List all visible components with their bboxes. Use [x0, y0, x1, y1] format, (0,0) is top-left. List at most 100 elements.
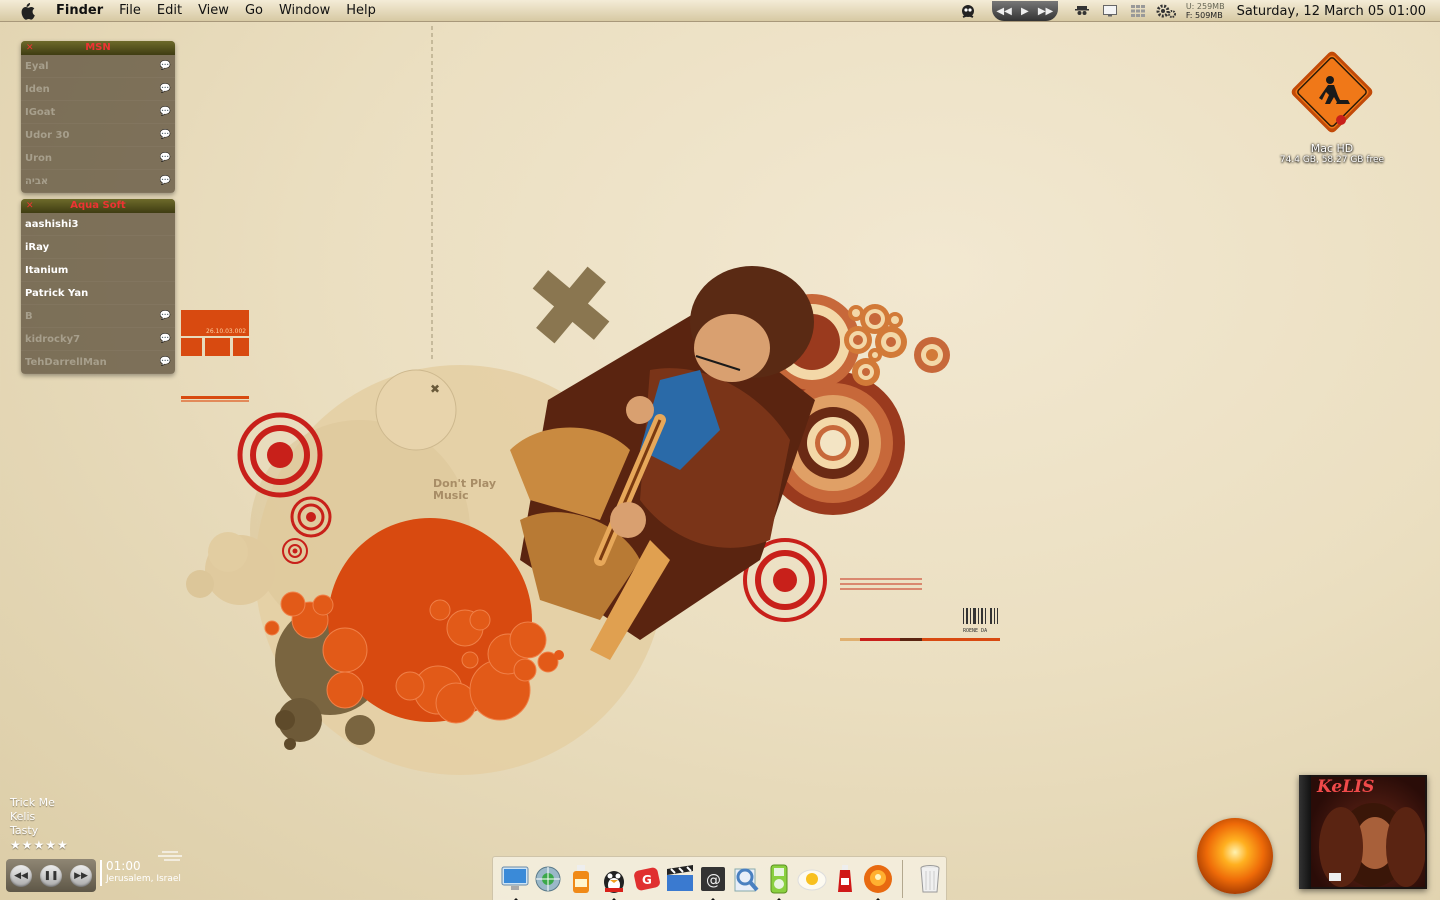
buddy-row[interactable]: aashishi3	[21, 213, 175, 236]
chat-bubble-icon[interactable]: 💬	[160, 176, 171, 186]
buddy-name: Uron	[25, 152, 53, 164]
drive-label: Mac HD	[1310, 142, 1354, 155]
svg-text:G: G	[642, 873, 652, 887]
construction-sign-icon	[1291, 51, 1373, 133]
adium-duck-icon[interactable]	[599, 864, 629, 900]
buddy-row[interactable]: IGoat 💬	[21, 101, 175, 124]
menu-help[interactable]: Help	[338, 0, 384, 22]
finder-icon[interactable]	[501, 864, 531, 900]
buddy-row[interactable]: B 💬	[21, 305, 175, 328]
menu-bar: Finder File Edit View Go Window Help ◀◀ …	[0, 0, 1440, 22]
ketchup-icon[interactable]	[830, 864, 860, 894]
orange-bottle-icon[interactable]	[566, 864, 596, 894]
display-icon[interactable]	[1100, 2, 1120, 20]
pause-icon[interactable]: ❚❚	[40, 864, 62, 887]
album-spine	[1299, 775, 1311, 889]
album-cover-widget[interactable]: KeLIS	[1299, 775, 1427, 889]
wind-icon	[158, 848, 184, 867]
spy-icon[interactable]	[1072, 2, 1092, 20]
dock: G @	[492, 856, 947, 900]
chat-bubble-icon[interactable]: 💬	[160, 153, 171, 163]
orange-orb-widget[interactable]	[1197, 818, 1273, 894]
play-icon[interactable]: ▶	[1021, 6, 1029, 17]
chat-bubble-icon[interactable]: 💬	[160, 334, 171, 344]
buddy-name: אביה	[25, 175, 49, 187]
chat-bubble-icon[interactable]: 💬	[160, 311, 171, 321]
buddy-row[interactable]: Udor 30 💬	[21, 124, 175, 147]
svg-text:@: @	[706, 871, 721, 889]
wallpaper-slogan-line2: Music	[433, 489, 469, 502]
previous-track-icon[interactable]: ◀◀	[996, 6, 1011, 17]
buddy-row[interactable]: Itanium	[21, 259, 175, 282]
wallpaper-barcode-text: ROENE DA	[963, 628, 987, 634]
apple-menu-icon[interactable]	[16, 0, 38, 22]
itunes-player-controls: ◀◀ ❚❚ ▶▶	[6, 859, 96, 892]
menu-file[interactable]: File	[111, 0, 149, 22]
menu-edit[interactable]: Edit	[149, 0, 190, 22]
rewind-icon[interactable]: ◀◀	[10, 864, 32, 887]
itunes-menu-controls[interactable]: ◀◀ ▶ ▶▶	[991, 1, 1058, 21]
ipod-icon[interactable]	[764, 864, 794, 900]
buddy-name: TehDarrellMan	[25, 356, 107, 368]
buddy-row[interactable]: iRay	[21, 236, 175, 259]
buddy-name: Iden	[25, 83, 50, 95]
track-artist: Kelis	[10, 810, 36, 823]
buddy-name: IGoat	[25, 106, 56, 118]
chat-bubble-icon[interactable]: 💬	[160, 107, 171, 117]
buddy-name: B	[25, 310, 33, 322]
adium-status-icon[interactable]	[958, 2, 978, 20]
buddy-row[interactable]: kidrocky7 💬	[21, 328, 175, 351]
wallpaper-artwork: ✖ Don't Play Music 26.10.03.002 ROENE DA	[181, 26, 1000, 775]
buddy-row[interactable]: Uron 💬	[21, 147, 175, 170]
aquasoft-panel-header[interactable]: ✕ Aqua Soft	[21, 199, 175, 213]
track-album: Tasty	[10, 824, 39, 837]
track-rating[interactable]: ★★★★★	[10, 838, 69, 852]
chat-bubble-icon[interactable]: 💬	[160, 84, 171, 94]
close-icon[interactable]: ✕	[26, 41, 34, 55]
now-playing-widget: Trick Me Kelis Tasty ★★★★★	[10, 796, 69, 852]
egg-icon[interactable]	[797, 864, 827, 894]
svg-text:✖: ✖	[430, 382, 440, 396]
menu-app-finder[interactable]: Finder	[48, 0, 111, 22]
memory-used: U: 259MB	[1185, 2, 1225, 11]
buddy-name: Itanium	[25, 264, 69, 276]
preview-icon[interactable]	[731, 864, 761, 894]
chat-bubble-icon[interactable]: 💬	[160, 357, 171, 367]
buddy-row[interactable]: אביה 💬	[21, 170, 175, 193]
menubar-clock[interactable]: Saturday, 12 March 05 01:00	[1237, 4, 1426, 19]
memory-free: F: 509MB	[1185, 11, 1223, 20]
msn-panel-header[interactable]: ✕ MSN	[21, 41, 175, 55]
next-track-icon[interactable]: ▶▶	[1038, 6, 1053, 17]
gears-icon[interactable]	[1156, 2, 1176, 20]
msn-buddy-panel: ✕ MSN Eyal 💬 Iden 💬 IGoat 💬 Udor 30 💬 Uron 💬 …	[21, 41, 175, 193]
album-title: KeLIS	[1317, 777, 1375, 797]
menu-view[interactable]: View	[190, 0, 237, 22]
close-icon[interactable]: ✕	[26, 199, 34, 213]
chat-bubble-icon[interactable]: 💬	[160, 61, 171, 71]
buddy-name: iRay	[25, 241, 50, 253]
mail-icon[interactable]: @	[698, 864, 728, 900]
spaces-grid-icon[interactable]	[1128, 2, 1148, 20]
menu-go[interactable]: Go	[237, 0, 271, 22]
red-app-icon[interactable]: G	[632, 864, 662, 894]
drive-info: 74.4 GB, 58.27 GB free	[1279, 155, 1385, 165]
msn-panel-title: MSN	[85, 42, 111, 53]
orange-orb-icon[interactable]	[863, 864, 893, 900]
mac-hd-drive[interactable]: Mac HD 74.4 GB, 58.27 GB free	[1262, 44, 1402, 165]
chat-bubble-icon[interactable]: 💬	[160, 130, 171, 140]
buddy-name: Patrick Yan	[25, 287, 89, 299]
fast-forward-icon[interactable]: ▶▶	[70, 864, 92, 887]
buddy-name: Udor 30	[25, 129, 70, 141]
clapper-icon[interactable]	[665, 864, 695, 894]
buddy-row[interactable]: Iden 💬	[21, 78, 175, 101]
buddy-name: Eyal	[25, 60, 49, 72]
network-icon[interactable]	[533, 864, 563, 894]
wallpaper-date-stamp: 26.10.03.002	[206, 328, 246, 335]
buddy-row[interactable]: Patrick Yan	[21, 282, 175, 305]
aquasoft-panel-title: Aqua Soft	[70, 200, 126, 211]
buddy-row[interactable]: Eyal 💬	[21, 55, 175, 78]
trash-icon[interactable]	[915, 864, 945, 894]
menu-window[interactable]: Window	[271, 0, 338, 22]
buddy-row[interactable]: TehDarrellMan 💬	[21, 351, 175, 374]
aquasoft-buddy-panel: ✕ Aqua Soft aashishi3 iRay Itanium Patri…	[21, 199, 175, 374]
